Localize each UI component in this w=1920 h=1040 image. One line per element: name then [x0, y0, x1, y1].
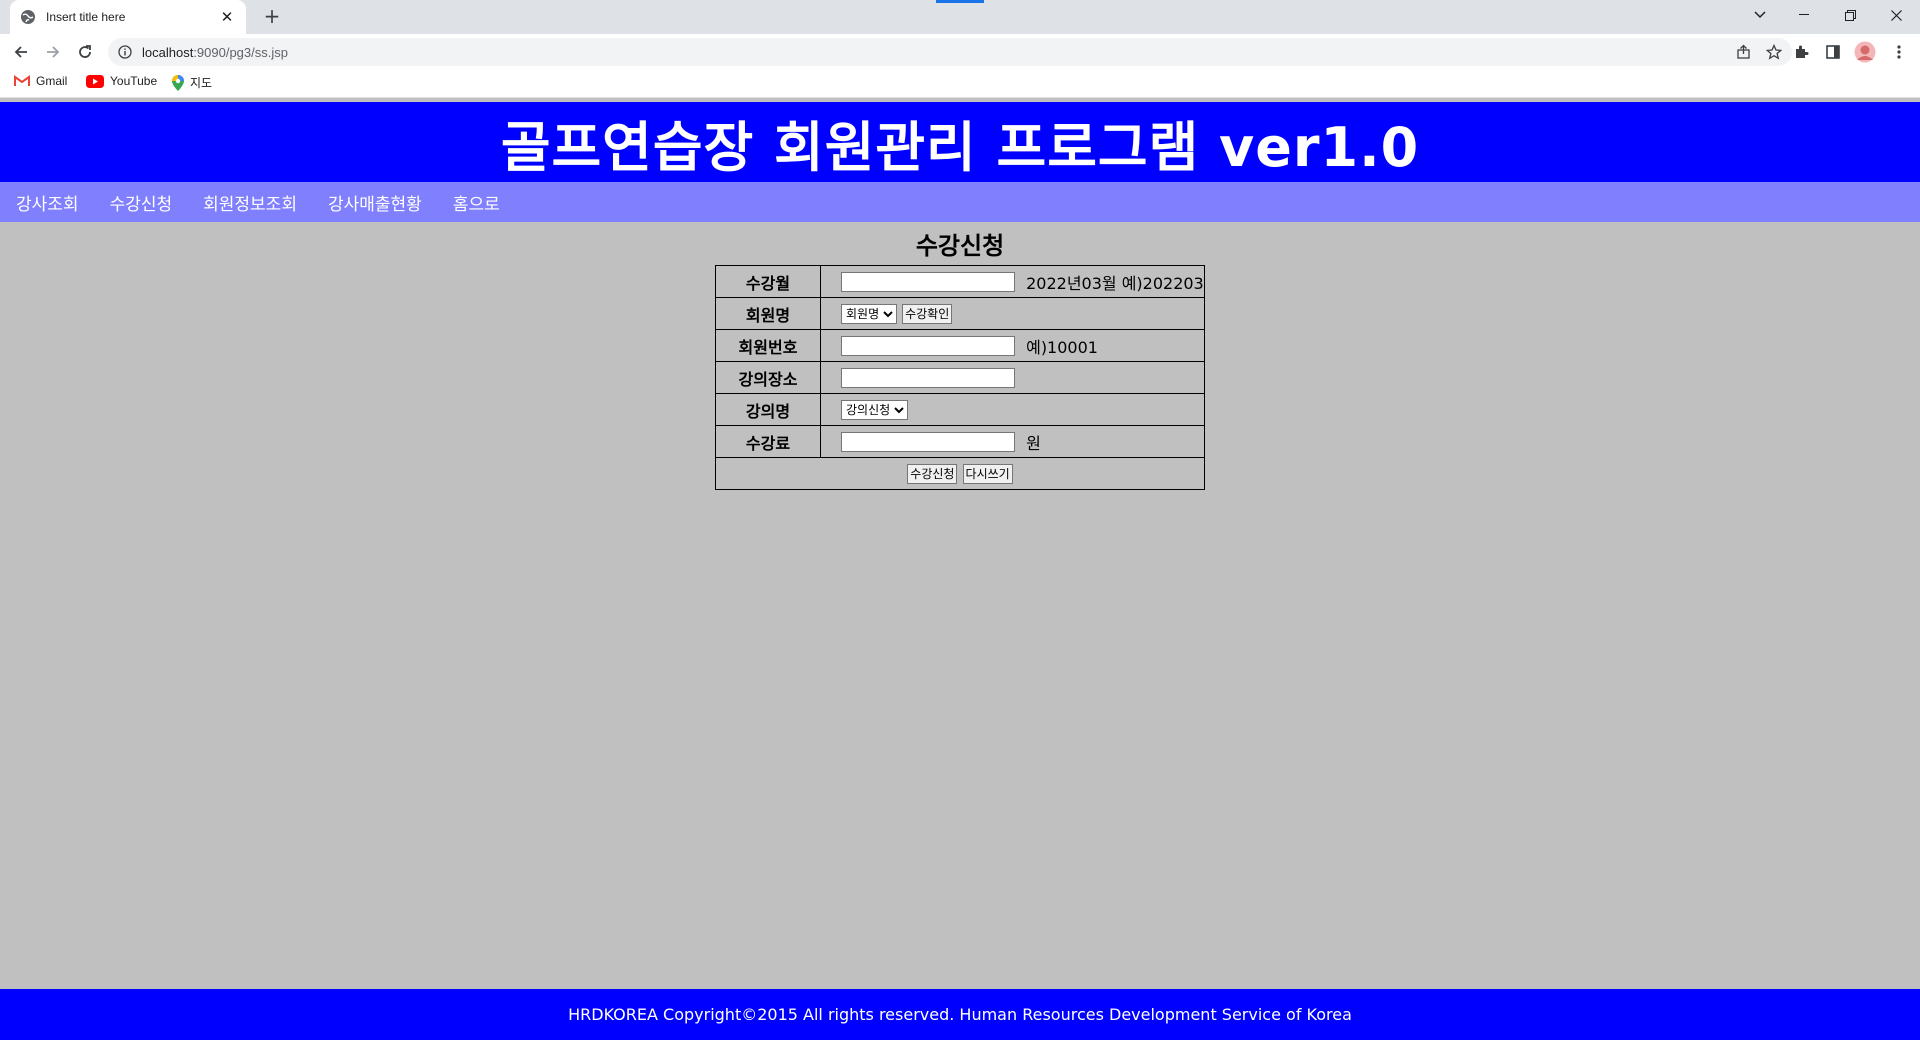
forward-icon[interactable]	[41, 40, 65, 64]
share-icon[interactable]	[1736, 44, 1752, 60]
member-no-input[interactable]	[841, 335, 1015, 356]
form-row-fee: 수강료 원	[715, 425, 1205, 458]
submit-registration-button[interactable]: 수강신청	[907, 463, 958, 484]
reload-icon[interactable]	[73, 40, 97, 64]
youtube-icon	[86, 74, 104, 88]
month-hint: 2022년03월 예)202203	[1026, 273, 1204, 293]
form-row-member-no: 회원번호 예)10001	[715, 329, 1205, 362]
form-row-actions: 수강신청 다시쓰기	[715, 457, 1205, 490]
url-path: :9090/pg3/ss.jsp	[193, 44, 288, 60]
page-content: 골프연습장 회원관리 프로그램 ver1.0 강사조회 수강신청 회원정보조회 …	[0, 102, 1920, 1040]
bookmark-label: Gmail	[36, 74, 68, 88]
back-icon[interactable]	[9, 40, 33, 64]
bookmark-star-icon[interactable]	[1766, 44, 1782, 60]
side-panel-icon[interactable]	[1821, 40, 1845, 64]
bookmark-maps[interactable]: 지도	[172, 74, 212, 91]
section-title: 수강신청	[915, 232, 1005, 260]
reset-button[interactable]: 다시쓰기	[962, 463, 1013, 484]
nav-member-info[interactable]: 회원정보조회	[203, 190, 297, 215]
place-input[interactable]	[841, 367, 1015, 388]
class-label: 강의명	[715, 393, 821, 426]
bookmark-gmail[interactable]: Gmail	[14, 74, 67, 88]
fee-cell: 원	[820, 425, 1205, 458]
site-info-icon[interactable]	[118, 45, 132, 59]
actions-cell: 수강신청 다시쓰기	[715, 457, 1205, 490]
browser-menu-icon[interactable]	[1887, 40, 1911, 64]
class-select[interactable]: 강의신청	[841, 399, 908, 420]
member-no-cell: 예)10001	[820, 329, 1205, 362]
nav-instructor-lookup[interactable]: 강사조회	[16, 190, 79, 215]
browser-toolbar: localhost:9090/pg3/ss.jsp	[0, 34, 1920, 70]
profile-avatar[interactable]	[1853, 40, 1877, 64]
tab-search-indicator	[936, 0, 984, 3]
month-cell: 2022년03월 예)202203	[820, 265, 1205, 298]
tab-title: Insert title here	[46, 10, 126, 24]
month-input[interactable]	[841, 271, 1015, 292]
member-name-select[interactable]: 회원명	[841, 303, 897, 324]
fee-unit: 원	[1026, 433, 1041, 453]
maps-pin-icon	[172, 74, 184, 91]
place-label: 강의장소	[715, 361, 821, 394]
footer-copyright: HRDKOREA Copyright©2015 All rights reser…	[568, 1005, 1352, 1024]
gmail-icon	[14, 75, 30, 86]
url-host: localhost	[142, 44, 194, 60]
bookmark-youtube[interactable]: YouTube	[86, 74, 157, 88]
bookmarks-bar: Gmail YouTube 지도	[0, 70, 1920, 98]
place-cell	[820, 361, 1205, 394]
nav-course-registration[interactable]: 수강신청	[110, 190, 173, 215]
browser-tab-strip: Insert title here ✕ +	[0, 0, 1920, 34]
url-text: localhost:9090/pg3/ss.jsp	[142, 45, 1736, 60]
close-window-icon[interactable]	[1874, 0, 1918, 30]
form-row-member-name: 회원명 회원명 수강확인	[715, 297, 1205, 330]
member-no-label: 회원번호	[715, 329, 821, 362]
main-nav: 강사조회 수강신청 회원정보조회 강사매출현황 홈으로	[0, 182, 1920, 222]
site-footer: HRDKOREA Copyright©2015 All rights reser…	[0, 989, 1920, 1040]
minimize-icon[interactable]	[1782, 0, 1826, 30]
address-bar[interactable]: localhost:9090/pg3/ss.jsp	[108, 38, 1792, 66]
class-cell: 강의신청	[820, 393, 1205, 426]
month-label: 수강월	[715, 265, 821, 298]
nav-instructor-sales[interactable]: 강사매출현황	[328, 190, 422, 215]
member-name-label: 회원명	[715, 297, 821, 330]
extensions-icon[interactable]	[1789, 40, 1813, 64]
browser-tab[interactable]: Insert title here ✕	[10, 0, 246, 34]
restore-icon[interactable]	[1828, 0, 1872, 30]
fee-label: 수강료	[715, 425, 821, 458]
registration-form: 수강월 2022년03월 예)202203 회원명 회원명 수강확인 회원번호	[715, 265, 1205, 490]
globe-icon	[21, 10, 35, 24]
bookmark-label: 지도	[190, 76, 213, 90]
member-name-cell: 회원명 수강확인	[820, 297, 1205, 330]
fee-input[interactable]	[841, 431, 1015, 452]
form-row-place: 강의장소	[715, 361, 1205, 394]
registration-section: 수강신청 수강월 2022년03월 예)202203 회원명 회원명 수강확인	[0, 222, 1920, 490]
form-row-class: 강의명 강의신청	[715, 393, 1205, 426]
tab-search-chevron-icon[interactable]	[1738, 0, 1782, 30]
member-no-hint: 예)10001	[1026, 337, 1098, 357]
confirm-enrollment-button[interactable]: 수강확인	[902, 303, 953, 324]
tab-close-icon[interactable]: ✕	[218, 8, 236, 26]
form-row-month: 수강월 2022년03월 예)202203	[715, 265, 1205, 298]
new-tab-button[interactable]: +	[260, 4, 284, 28]
bookmark-label: YouTube	[110, 74, 158, 88]
nav-home[interactable]: 홈으로	[453, 190, 500, 215]
site-title: 골프연습장 회원관리 프로그램 ver1.0	[500, 115, 1420, 179]
site-header: 골프연습장 회원관리 프로그램 ver1.0	[0, 102, 1920, 182]
